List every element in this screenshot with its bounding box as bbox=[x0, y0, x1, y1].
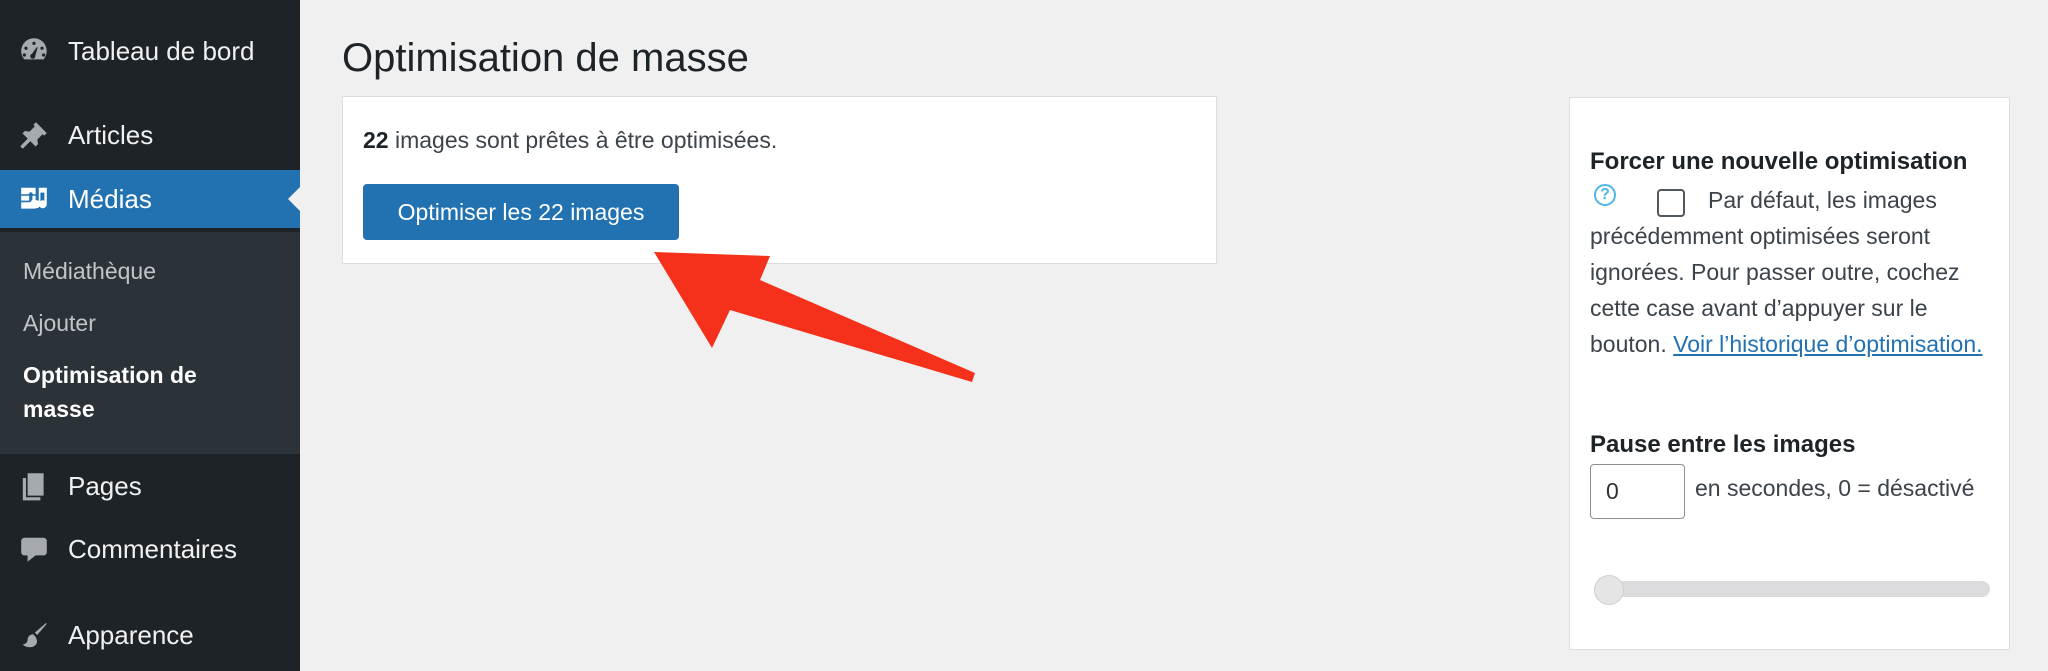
sidebar-item-label: Tableau de bord bbox=[68, 35, 255, 66]
images-ready-count: 22 bbox=[363, 127, 389, 153]
sidebar-item-label: Articles bbox=[68, 119, 154, 150]
admin-sidebar: Tableau de bord Articles Médias Médiathè… bbox=[0, 0, 300, 671]
sidebar-item-apparence[interactable]: Apparence bbox=[0, 606, 300, 664]
sidebar-item-medias[interactable]: Médias bbox=[0, 170, 300, 228]
sidebar-item-label: Médias bbox=[68, 183, 152, 214]
sidebar-item-pages[interactable]: Pages bbox=[0, 457, 300, 515]
force-reoptimize-description: Par défaut, les images précédemment opti… bbox=[1590, 182, 2000, 362]
comment-icon bbox=[16, 531, 52, 567]
pause-slider-track[interactable] bbox=[1594, 581, 1990, 597]
pause-seconds-input[interactable] bbox=[1590, 464, 1685, 519]
options-panel: Forcer une nouvelle optimisation ? Par d… bbox=[1569, 97, 2010, 650]
annotation-arrow bbox=[654, 252, 975, 382]
optimize-images-button[interactable]: Optimiser les 22 images bbox=[363, 184, 679, 240]
sidebar-item-label: Apparence bbox=[68, 619, 194, 650]
history-link[interactable]: Voir l’historique d’optimisation. bbox=[1673, 331, 1982, 357]
media-icon bbox=[16, 181, 52, 217]
pause-title: Pause entre les images bbox=[1590, 431, 1856, 458]
pushpin-icon bbox=[16, 117, 52, 153]
pause-slider-thumb[interactable] bbox=[1594, 575, 1624, 605]
dashboard-icon bbox=[16, 33, 52, 69]
sidebar-item-articles[interactable]: Articles bbox=[0, 106, 300, 164]
sidebar-item-label: Pages bbox=[68, 470, 142, 501]
page-title: Optimisation de masse bbox=[342, 36, 749, 80]
annotation-arrow-shape bbox=[654, 252, 975, 382]
sidebar-item-commentaires[interactable]: Commentaires bbox=[0, 520, 300, 578]
paintbrush-icon bbox=[16, 617, 52, 653]
images-ready-label: images sont prêtes à être optimisées. bbox=[388, 127, 778, 153]
submenu-label-line1: Optimisation de bbox=[23, 362, 197, 388]
submenu-item-ajouter[interactable]: Ajouter bbox=[23, 306, 96, 340]
images-ready-text: 22 images sont prêtes à être optimisées. bbox=[363, 127, 777, 154]
submenu-label-line2: masse bbox=[23, 396, 95, 422]
sidebar-item-label: Commentaires bbox=[68, 533, 238, 564]
submenu-item-optimisation-de-masse[interactable]: Optimisation de masse bbox=[23, 358, 197, 426]
sidebar-item-dashboard[interactable]: Tableau de bord bbox=[0, 22, 300, 80]
force-reoptimize-title: Forcer une nouvelle optimisation bbox=[1590, 148, 1968, 175]
media-submenu: Médiathèque Ajouter Optimisation de mass… bbox=[0, 232, 300, 454]
submenu-item-mediatheque[interactable]: Médiathèque bbox=[23, 254, 156, 288]
pages-icon bbox=[16, 468, 52, 504]
